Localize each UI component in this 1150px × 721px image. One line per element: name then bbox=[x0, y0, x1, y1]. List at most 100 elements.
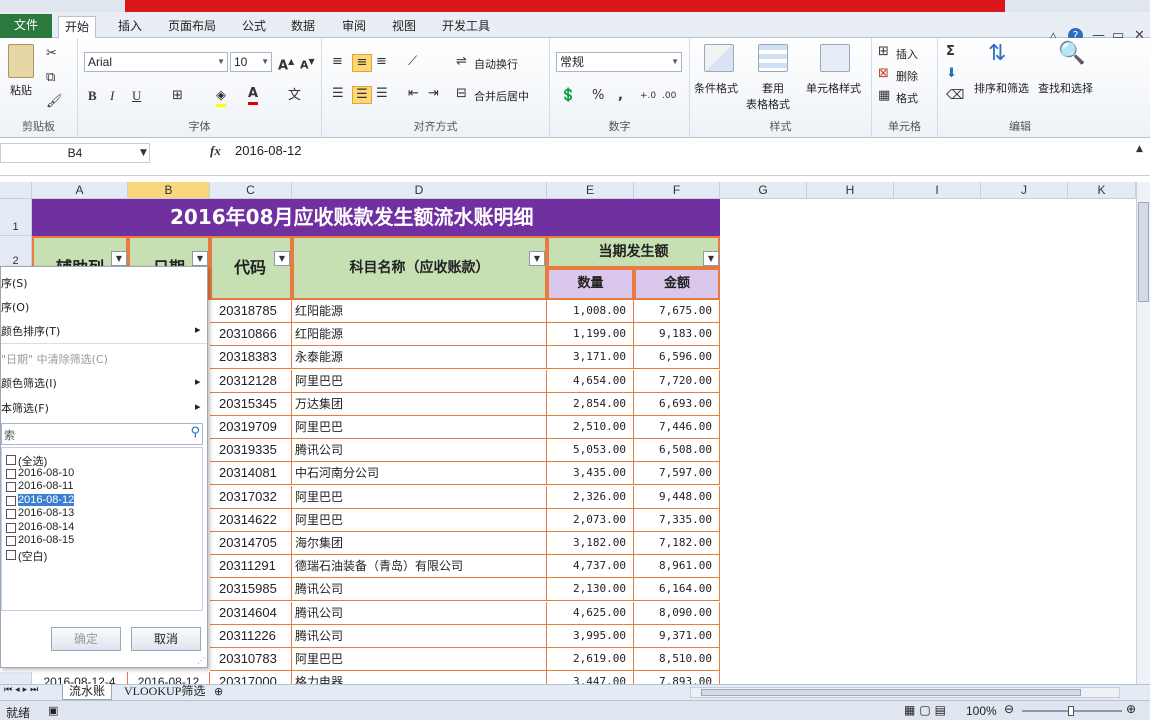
cell-code[interactable]: 20312128 bbox=[210, 370, 292, 393]
cell-styles-button[interactable]: 单元格样式 bbox=[806, 80, 861, 96]
conditional-format-button[interactable]: 条件格式 bbox=[694, 80, 738, 96]
filter-search-input[interactable]: 索 ⚲ bbox=[1, 423, 203, 445]
filter-checkbox[interactable] bbox=[6, 482, 16, 492]
filter-dropdown-period-icon[interactable]: ▼ bbox=[703, 251, 719, 266]
cell-code[interactable]: 20317032 bbox=[210, 486, 292, 509]
fill-icon[interactable]: ⬇ bbox=[946, 66, 957, 82]
row-header-bottom[interactable] bbox=[0, 672, 32, 684]
cell-styles-icon[interactable] bbox=[820, 44, 850, 72]
format-as-table-line2[interactable]: 表格格式 bbox=[746, 96, 790, 112]
name-box-dropdown-icon[interactable]: ▼ bbox=[140, 145, 147, 161]
cell-code[interactable]: 20314622 bbox=[210, 509, 292, 532]
cell-code[interactable]: 20314081 bbox=[210, 462, 292, 485]
merge-center-button[interactable]: 合并后居中 bbox=[474, 88, 529, 104]
align-center-icon[interactable]: ☰ bbox=[352, 86, 372, 104]
cell-name[interactable]: 腾讯公司 bbox=[292, 578, 547, 601]
font-size-select[interactable]: 10 ▼ bbox=[230, 52, 272, 72]
filter-checkbox[interactable] bbox=[6, 522, 16, 533]
tab-review[interactable]: 审阅 bbox=[336, 16, 372, 38]
bold-icon[interactable]: B bbox=[88, 88, 97, 104]
comma-icon[interactable]: , bbox=[618, 88, 623, 104]
cell-name[interactable]: 腾讯公司 bbox=[292, 439, 547, 462]
cell-amount[interactable]: 7,720.00 bbox=[634, 370, 720, 393]
menu-filter-by-color[interactable]: 颜色筛选(I) bbox=[1, 375, 57, 391]
cell-code[interactable]: 20314604 bbox=[210, 602, 292, 625]
cell-amount[interactable]: 7,675.00 bbox=[634, 300, 720, 323]
find-select-button[interactable]: 查找和选择 bbox=[1038, 80, 1093, 96]
menu-sort-by-color[interactable]: 颜色排序(T) bbox=[1, 323, 60, 339]
format-painter-icon[interactable]: 🖌 bbox=[46, 94, 63, 110]
column-header-j[interactable]: J bbox=[981, 182, 1068, 199]
view-mode-icons[interactable]: ▦▢▤ bbox=[904, 703, 950, 717]
formula-bar-expand-icon[interactable]: ▲ bbox=[1136, 141, 1143, 157]
filter-dropdown-code-icon[interactable]: ▼ bbox=[274, 251, 290, 266]
column-header-a[interactable]: A bbox=[32, 182, 128, 199]
cell-name[interactable]: 万达集团 bbox=[292, 393, 547, 416]
wrap-text-button[interactable]: 自动换行 bbox=[474, 56, 518, 72]
format-cells-button[interactable]: 格式 bbox=[896, 90, 918, 106]
cell-code[interactable]: 20318383 bbox=[210, 346, 292, 369]
sheet-tab-vlookup[interactable]: VLOOKUP筛选 bbox=[118, 684, 211, 700]
fill-color-icon[interactable]: ◈ bbox=[216, 88, 226, 107]
conditional-format-icon[interactable] bbox=[704, 44, 734, 72]
filter-ok-button[interactable]: 确定 bbox=[51, 627, 121, 651]
zoom-slider-thumb[interactable] bbox=[1068, 706, 1074, 716]
filter-checkbox[interactable] bbox=[6, 509, 16, 519]
filter-dropdown-subject-icon[interactable]: ▼ bbox=[529, 251, 545, 266]
increase-decimal-icon[interactable]: +.0 bbox=[640, 88, 656, 104]
grow-font-icon[interactable]: A▲ bbox=[278, 54, 294, 74]
cell-name[interactable]: 红阳能源 bbox=[292, 300, 547, 323]
cell-code[interactable]: 20311226 bbox=[210, 625, 292, 648]
sheet-tab-ledger[interactable]: 流水账 bbox=[62, 684, 113, 700]
filter-item-label[interactable]: 2016-08-15 bbox=[18, 534, 74, 546]
cell-qty[interactable]: 1,199.00 bbox=[547, 323, 634, 346]
sheet-nav-icons[interactable]: ⏮◂▸⏭ bbox=[4, 685, 41, 695]
autosum-icon[interactable]: Σ bbox=[946, 44, 955, 60]
cell-date-bottom[interactable]: 2016-08-12 bbox=[128, 672, 210, 684]
font-name-select[interactable]: Arial ▼ bbox=[84, 52, 228, 72]
column-header-b[interactable]: B bbox=[128, 182, 210, 199]
filter-checkbox[interactable] bbox=[6, 549, 16, 560]
format-cells-icon[interactable]: ▦ bbox=[878, 88, 890, 104]
align-right-icon[interactable]: ☰ bbox=[376, 86, 388, 102]
name-box[interactable]: B4 bbox=[0, 143, 150, 163]
filter-dropdown-aux-icon[interactable]: ▼ bbox=[111, 251, 127, 266]
cell-amount[interactable]: 7,335.00 bbox=[634, 509, 720, 532]
menu-text-filters[interactable]: 本筛选(F) bbox=[1, 400, 49, 416]
cell-qty[interactable]: 2,854.00 bbox=[547, 393, 634, 416]
column-header-e[interactable]: E bbox=[547, 182, 634, 199]
align-bottom-icon[interactable]: ≡ bbox=[376, 54, 387, 70]
tab-view[interactable]: 视图 bbox=[386, 16, 422, 38]
tab-insert[interactable]: 插入 bbox=[112, 16, 148, 38]
merge-center-icon[interactable]: ⊟ bbox=[456, 86, 467, 102]
underline-icon[interactable]: U bbox=[132, 88, 141, 104]
column-header-g[interactable]: G bbox=[720, 182, 807, 199]
cell-name[interactable]: 阿里巴巴 bbox=[292, 648, 547, 671]
cell-code[interactable]: 20310866 bbox=[210, 323, 292, 346]
column-header-h[interactable]: H bbox=[807, 182, 894, 199]
italic-icon[interactable]: I bbox=[110, 88, 114, 104]
tab-page-layout[interactable]: 页面布局 bbox=[162, 16, 222, 38]
cell-name[interactable]: 腾讯公司 bbox=[292, 602, 547, 625]
currency-icon[interactable]: 💲 bbox=[560, 88, 576, 104]
cell-qty[interactable]: 5,053.00 bbox=[547, 439, 634, 462]
cell-qty[interactable]: 4,625.00 bbox=[547, 602, 634, 625]
cell-code[interactable]: 20314705 bbox=[210, 532, 292, 555]
shrink-font-icon[interactable]: A▼ bbox=[300, 54, 315, 74]
vertical-scroll-thumb[interactable] bbox=[1138, 202, 1149, 302]
macro-record-icon[interactable]: ▣ bbox=[48, 704, 58, 717]
cell-qty[interactable]: 3,435.00 bbox=[547, 462, 634, 485]
phonetic-icon[interactable]: 文 bbox=[288, 88, 301, 104]
cell-name[interactable]: 阿里巴巴 bbox=[292, 370, 547, 393]
tab-data[interactable]: 数据 bbox=[285, 16, 321, 38]
tab-home[interactable]: 开始 bbox=[58, 16, 97, 39]
horizontal-scrollbar[interactable] bbox=[690, 687, 1120, 698]
format-as-table-icon[interactable] bbox=[758, 44, 788, 72]
cell-amount[interactable]: 7,182.00 bbox=[634, 532, 720, 555]
cell-qty[interactable]: 2,326.00 bbox=[547, 486, 634, 509]
cell-code[interactable]: 20311291 bbox=[210, 555, 292, 578]
delete-cells-button[interactable]: 删除 bbox=[896, 68, 918, 84]
zoom-out-icon[interactable]: ⊖ bbox=[1004, 702, 1014, 716]
align-top-icon[interactable]: ≡ bbox=[332, 54, 343, 70]
font-color-icon[interactable]: A bbox=[248, 86, 259, 105]
